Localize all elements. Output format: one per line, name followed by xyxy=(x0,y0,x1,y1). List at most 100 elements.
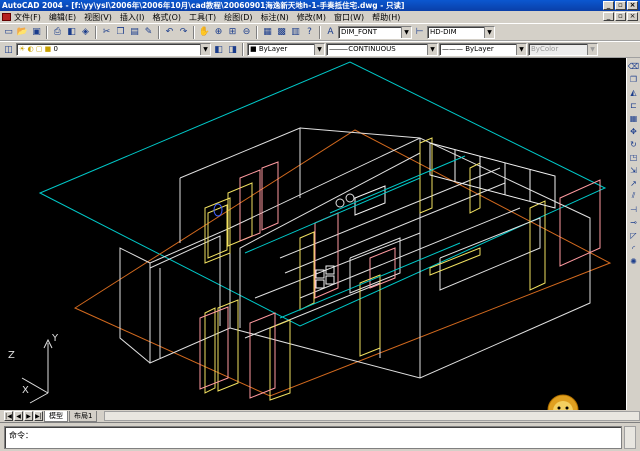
open-icon[interactable]: 📂 xyxy=(16,26,29,39)
wall-lines xyxy=(119,127,591,379)
chevron-down-icon: ▼ xyxy=(587,44,597,55)
offset-icon[interactable]: ⊏ xyxy=(628,99,640,111)
menu-modify[interactable]: 修改(M) xyxy=(297,12,326,23)
prev-tab-button[interactable]: ◀ xyxy=(14,411,23,421)
redo-icon[interactable]: ↷ xyxy=(177,26,190,39)
array-icon[interactable]: ▦ xyxy=(628,112,640,124)
chevron-down-icon: ▼ xyxy=(401,26,411,38)
chevron-down-icon: ▼ xyxy=(516,44,526,55)
menu-draw[interactable]: 绘图(D) xyxy=(224,12,252,23)
publish-icon[interactable]: ◈ xyxy=(79,26,92,39)
layer-manager-icon[interactable]: ◫ xyxy=(2,43,15,56)
doc-close-button[interactable]: × xyxy=(627,12,638,21)
text-style-select[interactable]: DIM_FONT ▼ xyxy=(338,25,412,39)
command-input[interactable]: 命令： xyxy=(4,426,622,449)
menu-format[interactable]: 格式(O) xyxy=(152,12,181,23)
copy-object-icon[interactable]: ❐ xyxy=(628,73,640,85)
help-icon[interactable]: ? xyxy=(303,26,316,39)
color-select[interactable]: ■ ByLayer ▼ xyxy=(247,43,325,56)
cabinet-outlines xyxy=(199,161,601,399)
zoom-previous-icon[interactable]: ⊖ xyxy=(240,26,253,39)
color-value: ByLayer xyxy=(258,45,288,53)
break-icon[interactable]: ⊸ xyxy=(628,216,640,228)
close-button[interactable]: × xyxy=(627,1,638,10)
print-icon[interactable]: ⎙ xyxy=(51,26,64,39)
layer-previous-icon[interactable]: ◨ xyxy=(226,43,239,56)
match-properties-icon[interactable]: ✎ xyxy=(142,26,155,39)
window-title: AutoCAD 2004 - [f:\yy\ysl\2006年\2006年10月… xyxy=(2,1,405,10)
scale-icon[interactable]: ◳ xyxy=(628,151,640,163)
lineweight-select[interactable]: ——— ByLayer ▼ xyxy=(439,43,527,56)
light-fixture xyxy=(345,193,355,203)
isometric-model-drawing: Y Z X xyxy=(8,61,612,404)
copy-icon[interactable]: ❐ xyxy=(114,26,127,39)
preview-icon[interactable]: ◧ xyxy=(65,26,78,39)
ucs-y-label: Y xyxy=(51,333,59,344)
fillet-icon[interactable]: ◜ xyxy=(628,242,640,254)
dim-style-select[interactable]: HD-DIM ▼ xyxy=(427,25,495,39)
explode-icon[interactable]: ✺ xyxy=(628,255,640,267)
tab-model[interactable]: 模型 xyxy=(44,410,68,422)
cut-icon[interactable]: ✂ xyxy=(100,26,113,39)
document-icon[interactable] xyxy=(2,13,11,21)
extend-icon[interactable]: ⊣ xyxy=(628,203,640,215)
doc-minimize-button[interactable]: _ xyxy=(603,12,614,21)
paste-icon[interactable]: ▤ xyxy=(128,26,141,39)
tab-layout1[interactable]: 布局1 xyxy=(69,410,98,422)
menu-edit[interactable]: 编辑(E) xyxy=(49,12,76,23)
plotstyle-value: ByColor xyxy=(531,45,559,53)
horizontal-scrollbar[interactable] xyxy=(104,411,640,421)
linetype-preview: ——— xyxy=(329,45,349,53)
properties-icon[interactable]: ▦ xyxy=(261,26,274,39)
zoom-window-icon[interactable]: ⊞ xyxy=(226,26,239,39)
separator xyxy=(256,25,258,39)
new-icon[interactable]: ▭ xyxy=(2,26,15,39)
menu-file[interactable]: 文件(F) xyxy=(14,12,41,23)
zoom-realtime-icon[interactable]: ⊕ xyxy=(212,26,225,39)
separator xyxy=(193,25,195,39)
make-current-layer-icon[interactable]: ◧ xyxy=(212,43,225,56)
separator xyxy=(319,25,321,39)
lengthen-icon[interactable]: ↗ xyxy=(628,177,640,189)
plotstyle-select: ByColor ▼ xyxy=(528,43,598,56)
menu-insert[interactable]: 插入(I) xyxy=(120,12,145,23)
move-icon[interactable]: ✥ xyxy=(628,125,640,137)
first-tab-button[interactable]: |◀ xyxy=(4,411,13,421)
lineweight-value: ByLayer xyxy=(465,45,494,53)
separator xyxy=(158,25,160,39)
save-icon[interactable]: ▣ xyxy=(30,26,43,39)
upper-plane-outline xyxy=(38,61,607,327)
design-center-icon[interactable]: ▩ xyxy=(275,26,288,39)
layer-select[interactable]: ☀ ◐ ▢ ■ 0 ▼ xyxy=(16,43,211,56)
rotate-icon[interactable]: ↻ xyxy=(628,138,640,150)
drawing-area[interactable]: Y Z X xyxy=(0,58,626,410)
mirror-icon[interactable]: ◭ xyxy=(628,86,640,98)
undo-icon[interactable]: ↶ xyxy=(163,26,176,39)
minimize-button[interactable]: _ xyxy=(603,1,614,10)
menu-window[interactable]: 窗口(W) xyxy=(334,12,364,23)
chevron-down-icon: ▼ xyxy=(427,44,437,55)
chevron-down-icon: ▼ xyxy=(484,26,494,38)
layout-tab-bar: |◀ ◀ ▶ ▶| 模型 布局1 xyxy=(0,410,640,422)
command-scrollbar[interactable] xyxy=(624,426,636,449)
menu-dimension[interactable]: 标注(N) xyxy=(261,12,289,23)
trim-icon[interactable]: ⫽ xyxy=(628,190,640,202)
pan-icon[interactable]: ✋ xyxy=(198,26,211,39)
tool-palettes-icon[interactable]: ▥ xyxy=(289,26,302,39)
chamfer-icon[interactable]: ◸ xyxy=(628,229,640,241)
erase-icon[interactable]: ⌫ xyxy=(628,60,640,72)
linetype-select[interactable]: ——— CONTINUOUS ▼ xyxy=(326,43,438,56)
chevron-down-icon: ▼ xyxy=(314,44,324,55)
dim-style-value: HD-DIM xyxy=(430,27,457,36)
stretch-icon[interactable]: ⇲ xyxy=(628,164,640,176)
next-tab-button[interactable]: ▶ xyxy=(24,411,33,421)
doc-restore-button[interactable]: ▫ xyxy=(615,12,626,21)
dim-style-icon: ⊢ xyxy=(415,27,424,37)
layer-state-icons: ☀ ◐ ▢ ■ xyxy=(19,45,54,53)
separator xyxy=(95,25,97,39)
restore-button[interactable]: ▫ xyxy=(615,1,626,10)
menu-view[interactable]: 视图(V) xyxy=(84,12,112,23)
menu-help[interactable]: 帮助(H) xyxy=(372,12,400,23)
menu-tools[interactable]: 工具(T) xyxy=(189,12,216,23)
last-tab-button[interactable]: ▶| xyxy=(34,411,43,421)
